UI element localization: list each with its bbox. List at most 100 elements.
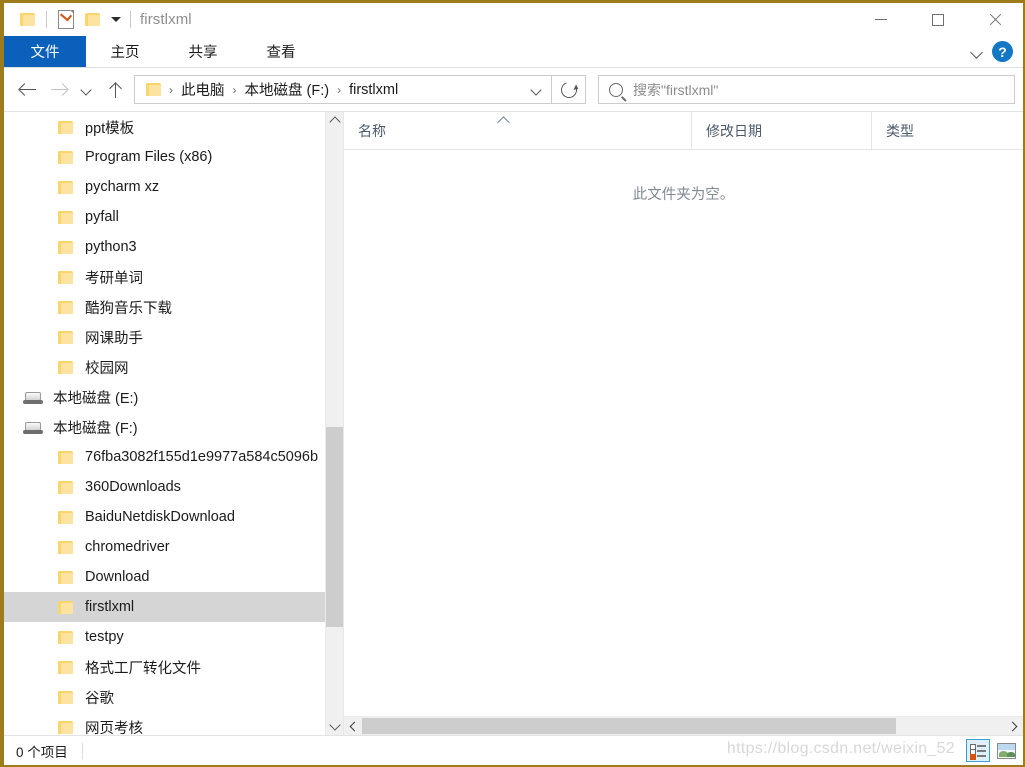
nav-item[interactable]: 360Downloads [4, 472, 343, 502]
address-bar[interactable]: › 此电脑 › 本地磁盘 (F:) › firstlxml [134, 75, 552, 104]
column-headers: 名称 修改日期 类型 [344, 112, 1023, 150]
nav-item-label: 网页考核 [85, 720, 143, 736]
file-list-horizontal-scrollbar[interactable] [344, 716, 1023, 735]
folder-icon [54, 270, 76, 284]
navigation-tree: ppt模板 Program Files (x86) pycharm xz pyfall… [4, 112, 343, 735]
watermark-text: https://blog.csdn.net/weixin_52 [726, 740, 955, 757]
recent-locations-button[interactable] [72, 75, 101, 105]
nav-item[interactable]: 格式工厂转化文件 [4, 652, 343, 682]
nav-item[interactable]: chromedriver [4, 532, 343, 562]
item-count-label: 0 个项目 [16, 744, 68, 760]
breadcrumb: › 此电脑 › 本地磁盘 (F:) › firstlxml [143, 77, 523, 103]
nav-item[interactable]: pycharm xz [4, 172, 343, 202]
nav-item[interactable]: 酷狗音乐下载 [4, 292, 343, 322]
nav-item[interactable]: BaiduNetdiskDownload [4, 502, 343, 532]
navigation-scrollbar[interactable] [325, 112, 343, 735]
nav-item[interactable]: 网页考核 [4, 712, 343, 735]
new-folder-icon[interactable] [79, 7, 105, 33]
refresh-button[interactable] [552, 75, 586, 104]
folder-icon [54, 300, 76, 314]
nav-item[interactable]: 校园网 [4, 352, 343, 382]
nav-item[interactable]: firstlxml [4, 592, 343, 622]
nav-item[interactable]: 76fba3082f155d1e9977a584c5096b [4, 442, 343, 472]
maximize-button[interactable] [909, 3, 966, 36]
folder-icon [54, 210, 76, 224]
nav-item[interactable]: 本地磁盘 (E:) [4, 382, 343, 412]
tab-view[interactable]: 查看 [242, 36, 320, 67]
folder-icon [54, 330, 76, 344]
title-divider [130, 11, 131, 28]
navigation-scroll-thumb[interactable] [326, 427, 343, 627]
close-button[interactable] [966, 3, 1023, 36]
nav-item-label: 谷歌 [85, 690, 114, 707]
breadcrumb-item-1[interactable]: 本地磁盘 (F:) [243, 79, 332, 100]
column-header-date[interactable]: 修改日期 [692, 112, 872, 149]
chevron-down-icon[interactable] [970, 45, 984, 59]
breadcrumb-separator: › [169, 82, 173, 97]
tab-home[interactable]: 主页 [86, 36, 164, 67]
forward-button[interactable] [43, 75, 72, 105]
address-dropdown-icon[interactable] [523, 76, 551, 103]
toolbar-divider [46, 11, 47, 28]
scroll-right-icon[interactable] [1005, 717, 1023, 735]
nav-item[interactable]: 本地磁盘 (F:) [4, 412, 343, 442]
nav-item[interactable]: 网课助手 [4, 322, 343, 352]
nav-item-label: 网课助手 [85, 330, 143, 347]
nav-item[interactable]: pyfall [4, 202, 343, 232]
nav-item[interactable]: testpy [4, 622, 343, 652]
window-title: firstlxml [140, 11, 192, 28]
nav-item[interactable]: 考研单词 [4, 262, 343, 292]
quick-access-toolbar: firstlxml [4, 3, 192, 36]
folder-icon [54, 510, 76, 524]
nav-item[interactable]: 谷歌 [4, 682, 343, 712]
column-header-name[interactable]: 名称 [344, 112, 692, 149]
horizontal-scroll-thumb[interactable] [362, 718, 896, 734]
nav-item-label: 考研单词 [85, 270, 143, 287]
column-header-name-label: 名称 [358, 122, 386, 139]
properties-icon[interactable] [53, 7, 79, 33]
folder-icon[interactable] [14, 7, 40, 33]
view-mode-buttons [966, 739, 1018, 762]
help-icon[interactable]: ? [992, 41, 1013, 62]
nav-item[interactable]: Download [4, 562, 343, 592]
up-button[interactable] [101, 75, 130, 105]
drive-icon [22, 421, 44, 434]
nav-item-label: python3 [85, 239, 137, 255]
customize-caret-icon[interactable] [105, 7, 127, 33]
nav-item-label: 360Downloads [85, 479, 181, 495]
minimize-button[interactable] [852, 3, 909, 36]
folder-icon [54, 600, 76, 614]
scroll-up-icon[interactable] [326, 112, 343, 129]
ribbon-tab-bar: 文件 主页 共享 查看 ? [4, 36, 1023, 67]
window-controls [852, 3, 1023, 36]
ribbon-right-controls: ? [970, 36, 1017, 67]
tab-file[interactable]: 文件 [4, 36, 86, 67]
back-button[interactable] [14, 75, 43, 105]
nav-item[interactable]: Program Files (x86) [4, 142, 343, 172]
folder-icon [54, 540, 76, 554]
search-box[interactable]: 搜索"firstlxml" [598, 75, 1015, 104]
column-header-type-label: 类型 [886, 122, 914, 139]
nav-item-label: 格式工厂转化文件 [85, 660, 201, 677]
search-input[interactable]: 搜索"firstlxml" [633, 80, 718, 100]
nav-item[interactable]: ppt模板 [4, 112, 343, 142]
nav-item-label: pycharm xz [85, 179, 160, 195]
breadcrumb-item-2[interactable]: firstlxml [347, 82, 400, 98]
details-view-button[interactable] [966, 739, 990, 762]
nav-item-label: ppt模板 [85, 120, 135, 137]
breadcrumb-item-0[interactable]: 此电脑 [179, 79, 227, 100]
tab-share[interactable]: 共享 [164, 36, 242, 67]
large-icons-view-button[interactable] [994, 739, 1018, 762]
nav-item[interactable]: python3 [4, 232, 343, 262]
scroll-left-icon[interactable] [344, 717, 362, 735]
nav-item-label: 76fba3082f155d1e9977a584c5096b [85, 449, 319, 465]
nav-item-label: Download [85, 569, 150, 585]
nav-item-label: firstlxml [85, 599, 135, 615]
breadcrumb-folder-icon[interactable] [143, 77, 163, 103]
column-header-type[interactable]: 类型 [872, 112, 1023, 149]
nav-item-label: 酷狗音乐下载 [85, 300, 172, 317]
folder-icon [54, 630, 76, 644]
file-list-pane: 名称 修改日期 类型 此文件夹为空。 [344, 112, 1023, 735]
scroll-down-icon[interactable] [326, 718, 343, 735]
empty-folder-message: 此文件夹为空。 [632, 187, 735, 203]
